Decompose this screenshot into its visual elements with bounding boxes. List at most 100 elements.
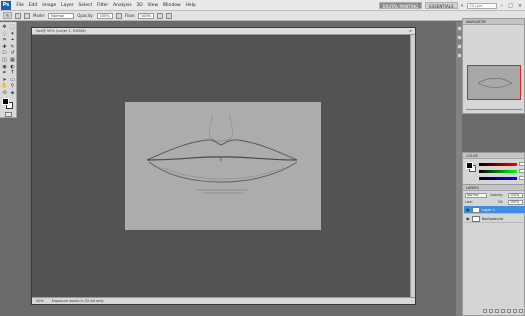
- pen-tool-icon[interactable]: ✒: [1, 70, 8, 76]
- layer-row-background[interactable]: ◉ Background: [464, 215, 525, 223]
- new-group-icon[interactable]: [507, 309, 511, 313]
- move-tool-icon[interactable]: ✥: [1, 24, 8, 30]
- menu-layer[interactable]: Layer: [59, 0, 76, 11]
- red-value-field[interactable]: [519, 162, 525, 166]
- opacity-field[interactable]: 100%: [96, 12, 113, 19]
- blue-slider[interactable]: [479, 177, 517, 180]
- blue-value-field[interactable]: [519, 176, 525, 180]
- shape-tool-icon[interactable]: ▭: [9, 77, 16, 83]
- more-workspaces-icon[interactable]: »: [461, 3, 464, 9]
- link-layers-icon[interactable]: [483, 309, 487, 313]
- color-tab-label: COLOR: [466, 153, 478, 158]
- pressure-size-icon[interactable]: [166, 12, 172, 19]
- eyedropper-tool-icon[interactable]: ⌖: [9, 37, 16, 43]
- menu-filter[interactable]: Filter: [95, 0, 111, 11]
- layer-opacity-label: Opacity:: [490, 193, 504, 197]
- blend-mode-select[interactable]: Normal: [465, 193, 487, 198]
- airbrush-icon[interactable]: [157, 12, 163, 19]
- close-document-icon[interactable]: ×: [409, 28, 412, 35]
- quick-select-tool-icon[interactable]: ✦: [9, 31, 16, 37]
- menu-file[interactable]: File: [14, 0, 26, 11]
- menu-analysis[interactable]: Analysis: [111, 0, 134, 11]
- close-icon[interactable]: ×: [517, 3, 523, 9]
- minimize-icon[interactable]: –: [500, 3, 505, 9]
- brush-panel-icon[interactable]: [24, 12, 30, 19]
- menu-3d[interactable]: 3D: [134, 0, 145, 11]
- photoshop-window: Ps File Edit Image Layer Select Filter A…: [0, 0, 525, 316]
- layers-panel-footer: [464, 309, 525, 314]
- eye-icon[interactable]: ◉: [466, 207, 470, 212]
- gradient-tool-icon[interactable]: ▦: [9, 57, 16, 63]
- layers-panel: LAYERS Normal Opacity: 100% Lock: Fill: …: [462, 184, 525, 316]
- navigator-zoom-slider[interactable]: [466, 107, 522, 111]
- eraser-tool-icon[interactable]: ◫: [1, 57, 8, 63]
- navigator-thumbnail[interactable]: [467, 65, 521, 100]
- canvas[interactable]: [125, 102, 321, 230]
- flow-field[interactable]: 100%: [137, 12, 154, 19]
- path-select-tool-icon[interactable]: ➤: [1, 77, 8, 83]
- healing-tool-icon[interactable]: ✚: [1, 44, 8, 50]
- new-adjustment-icon[interactable]: [501, 309, 505, 313]
- brush-preset-icon[interactable]: [15, 12, 21, 19]
- cs-live-button[interactable]: CS Live: [466, 2, 497, 9]
- navigator-lips-preview: [477, 77, 513, 88]
- layer-name: Layer 1: [482, 207, 496, 212]
- dodge-tool-icon[interactable]: ◐: [9, 64, 16, 70]
- green-slider[interactable]: [479, 170, 517, 173]
- trash-icon[interactable]: [519, 309, 523, 313]
- 3d-tool-icon[interactable]: ◈: [9, 90, 16, 96]
- menu-image[interactable]: Image: [40, 0, 59, 11]
- navigator-tab[interactable]: NAVIGATOR: [463, 19, 524, 25]
- rotate-view-tool-icon[interactable]: ⟲: [1, 90, 8, 96]
- menu-window[interactable]: Window: [161, 0, 184, 11]
- fill-field[interactable]: 100%: [508, 200, 523, 205]
- layer-name: Background: [482, 216, 503, 221]
- maximize-icon[interactable]: □: [507, 3, 514, 9]
- history-brush-tool-icon[interactable]: ↺: [9, 50, 16, 56]
- menu-edit[interactable]: Edit: [26, 0, 40, 11]
- add-mask-icon[interactable]: [495, 309, 499, 313]
- mode-select[interactable]: Normal: [48, 12, 75, 19]
- menu-help[interactable]: Help: [183, 0, 198, 11]
- zoom-tool-icon[interactable]: ⚲: [9, 83, 16, 89]
- layer-row-layer1[interactable]: ◉ Layer 1: [464, 206, 525, 214]
- blur-tool-icon[interactable]: ◉: [1, 64, 8, 70]
- layer-opacity-field[interactable]: 100%: [508, 193, 523, 198]
- menu-select[interactable]: Select: [76, 0, 95, 11]
- green-value-field[interactable]: [519, 169, 525, 173]
- lips-drawing: [146, 113, 298, 194]
- marquee-tool-icon[interactable]: ⬚: [9, 24, 16, 30]
- lasso-tool-icon[interactable]: ◌: [1, 31, 8, 37]
- color-tab[interactable]: COLOR: [463, 153, 524, 159]
- panel-dock-strip: [455, 22, 462, 316]
- photoshop-logo-icon: Ps: [1, 0, 11, 10]
- new-layer-icon[interactable]: [513, 309, 517, 313]
- document-title: lips@ 50% (Layer 1, RGB/8): [36, 29, 86, 33]
- status-bar: 50% Exposure works in 32-bit only: [32, 297, 415, 304]
- workspace-essentials-button[interactable]: ESSENTIALS: [425, 2, 458, 9]
- quick-mask-icon[interactable]: [5, 112, 12, 117]
- red-slider[interactable]: [479, 163, 517, 166]
- menu-view[interactable]: View: [145, 0, 160, 11]
- brush-tool-icon[interactable]: ✎: [9, 44, 16, 50]
- mode-label: Mode:: [33, 13, 46, 18]
- document-tab[interactable]: lips@ 50% (Layer 1, RGB/8) ×: [32, 28, 415, 35]
- clone-stamp-tool-icon[interactable]: ⎔: [1, 50, 8, 56]
- toolbox: ✥ ⬚ ◌ ✦ ⌗ ⌖ ✚ ✎ ⎔ ↺ ◫ ▦ ◉ ◐ ✒ T ➤ ▭ ✋ ⚲ ⟲ ◈: [0, 22, 17, 118]
- foreground-color-swatch[interactable]: [2, 98, 9, 105]
- zoom-level-field[interactable]: 50%: [36, 299, 44, 303]
- menu-bar: Ps File Edit Image Layer Select Filter A…: [0, 0, 525, 11]
- crop-tool-icon[interactable]: ⌗: [1, 37, 8, 43]
- type-tool-icon[interactable]: T: [9, 70, 16, 76]
- flow-label: Flow:: [124, 13, 135, 18]
- tool-preset-icon[interactable]: ✎: [3, 12, 12, 19]
- color-foreground-swatch[interactable]: [466, 162, 473, 169]
- layer-style-icon[interactable]: [489, 309, 493, 313]
- pressure-opacity-icon[interactable]: [115, 12, 122, 19]
- layers-tab[interactable]: LAYERS: [463, 185, 524, 191]
- options-bar: ✎ Mode: Normal Opacity: 100% Flow: 100%: [0, 11, 525, 21]
- vertical-scrollbar[interactable]: [410, 35, 415, 297]
- workspace-digital-painting-button[interactable]: DIGITAL PAINTING: [378, 2, 423, 9]
- hand-tool-icon[interactable]: ✋: [1, 83, 8, 89]
- eye-icon[interactable]: ◉: [466, 216, 470, 221]
